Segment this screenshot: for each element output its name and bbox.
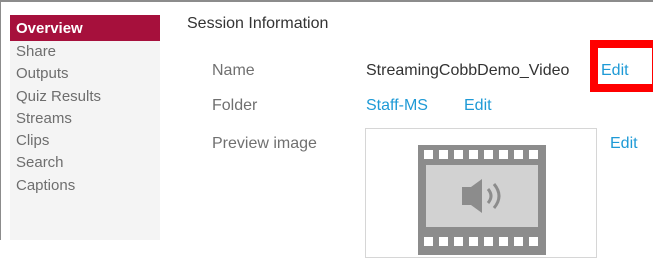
session-info-panel: Session Information Name StreamingCobbDe…: [160, 0, 653, 258]
sidebar-item-quiz-results[interactable]: Quiz Results: [10, 86, 160, 108]
sidebar-item-streams[interactable]: Streams: [10, 108, 160, 130]
sidebar-nav: Overview Share Outputs Quiz Results Stre…: [10, 15, 160, 240]
sidebar-item-share[interactable]: Share: [10, 41, 160, 63]
video-file-audio-icon: [418, 145, 546, 255]
sidebar-item-outputs[interactable]: Outputs: [10, 63, 160, 85]
highlight-annotation-box: Edit: [590, 40, 653, 92]
sidebar-item-search[interactable]: Search: [10, 152, 160, 174]
edit-name-link[interactable]: Edit: [601, 62, 629, 80]
folder-link[interactable]: Staff-MS: [366, 97, 428, 115]
session-name-value: StreamingCobbDemo_Video: [366, 62, 570, 79]
folder-label: Folder: [212, 97, 258, 114]
sidebar-item-clips[interactable]: Clips: [10, 130, 160, 152]
sidebar-item-overview[interactable]: Overview: [10, 15, 160, 41]
edit-preview-link[interactable]: Edit: [610, 135, 638, 153]
sidebar-item-captions[interactable]: Captions: [10, 175, 160, 197]
edit-folder-link[interactable]: Edit: [464, 97, 492, 115]
name-label: Name: [212, 62, 255, 79]
section-title: Session Information: [187, 15, 329, 32]
preview-image-frame: [365, 128, 597, 258]
preview-image-label: Preview image: [212, 135, 317, 152]
